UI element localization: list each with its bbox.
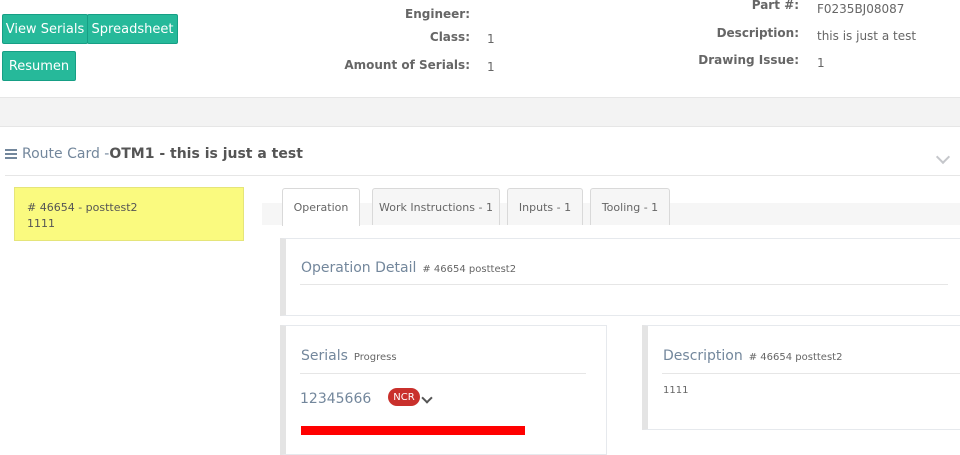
operation-list-item[interactable]: # 46654 - posttest2 1111	[14, 187, 244, 241]
description-body: 1111	[663, 385, 689, 396]
part-number-label: Part #:	[751, 0, 799, 12]
operation-detail-panel	[280, 238, 960, 316]
spreadsheet-button[interactable]: Spreadsheet	[87, 14, 178, 44]
part-number-value: F0235BJ08087	[817, 2, 905, 16]
operation-detail-heading: Operation Detail	[301, 260, 417, 276]
description-panel	[642, 325, 960, 430]
description-heading: Description	[663, 348, 743, 364]
description-divider	[662, 373, 960, 374]
route-card-name: OTM1 - this is just a test	[109, 146, 303, 162]
operation-detail-title: Operation Detail # 46654 posttest2	[301, 260, 516, 276]
drawing-issue-value: 1	[817, 56, 825, 70]
ncr-badge[interactable]: NCR	[388, 388, 420, 406]
route-card-prefix: Route Card -	[22, 146, 110, 162]
operation-item-code: 1111	[27, 217, 55, 230]
serials-subtitle: Progress	[353, 352, 397, 363]
drawing-issue-label: Drawing Issue:	[698, 53, 799, 67]
section-divider-band	[0, 97, 960, 127]
engineer-label: Engineer:	[405, 7, 470, 21]
operation-item-title: # 46654 - posttest2	[27, 201, 138, 214]
collapse-chevron-icon[interactable]	[935, 149, 951, 165]
serials-heading: Serials	[301, 348, 348, 364]
description-title: Description # 46654 posttest2	[663, 348, 842, 364]
view-serials-button[interactable]: View Serials	[2, 14, 88, 44]
amount-of-serials-label: Amount of Serials:	[344, 58, 470, 72]
route-card-title: Route Card - OTM1 - this is just a test	[5, 146, 303, 162]
tab-work-instructions[interactable]: Work Instructions - 1	[372, 188, 500, 225]
menu-icon	[5, 147, 17, 161]
tab-operation[interactable]: Operation	[282, 188, 360, 226]
tab-inputs[interactable]: Inputs - 1	[507, 188, 583, 225]
serial-progress-bar	[301, 426, 525, 435]
description-subtitle: # 46654 posttest2	[748, 352, 843, 363]
description-value: this is just a test	[817, 29, 917, 43]
operation-detail-subtitle: # 46654 posttest2	[422, 264, 517, 275]
serial-number[interactable]: 12345666	[300, 391, 371, 407]
amount-of-serials-value: 1	[487, 60, 495, 74]
class-label: Class:	[429, 30, 470, 44]
operation-detail-divider	[300, 284, 948, 285]
serials-title: Serials Progress	[301, 348, 397, 364]
description-label: Description:	[716, 26, 799, 40]
serials-divider	[300, 373, 586, 374]
class-value: 1	[487, 32, 495, 46]
tab-tooling[interactable]: Tooling - 1	[590, 188, 670, 225]
route-card-divider	[5, 175, 960, 176]
serials-panel	[280, 325, 607, 455]
resumen-button[interactable]: Resumen	[2, 51, 76, 81]
